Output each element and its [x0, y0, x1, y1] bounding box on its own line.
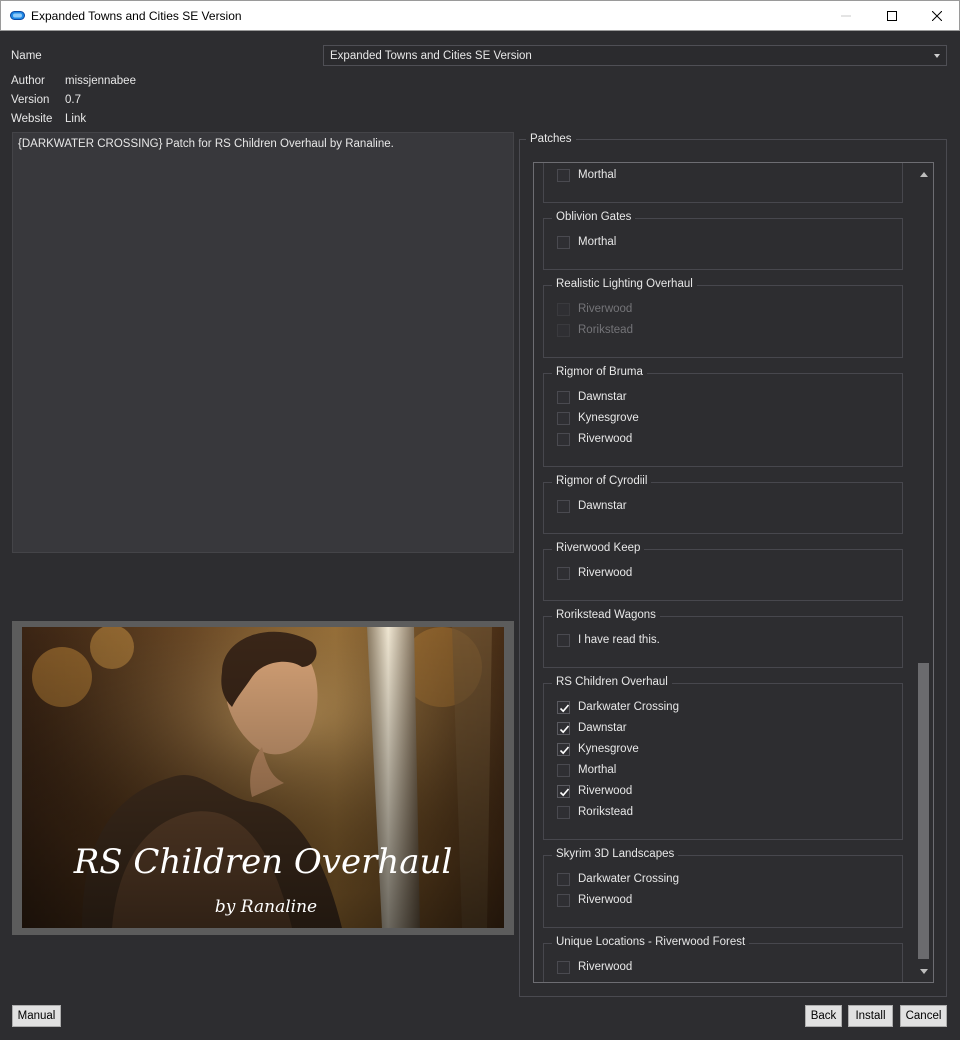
checkmark-icon: [559, 725, 570, 734]
patch-group: Rorikstead Wagons I have read this.: [543, 609, 903, 668]
back-button[interactable]: Back: [805, 1005, 842, 1027]
patch-group-title: Realistic Lighting Overhaul: [552, 278, 697, 290]
patch-option-label: Kynesgrove: [578, 412, 639, 424]
patch-checkbox: [557, 303, 570, 316]
patch-option-label: Riverwood: [578, 567, 633, 579]
patch-group-title: Riverwood Keep: [552, 542, 645, 554]
patch-group: Realistic Lighting Overhaul Riverwood Rori…: [543, 278, 903, 358]
name-select-value: Expanded Towns and Cities SE Version: [330, 50, 532, 62]
patches-title: Patches: [526, 133, 576, 145]
patch-group-title: Skyrim 3D Landscapes: [552, 848, 679, 860]
minimize-icon: [841, 15, 851, 17]
preview-image-frame: RS Children Overhaul by Ranaline: [12, 621, 514, 935]
patch-option-label: Riverwood: [578, 961, 633, 973]
patch-group-title: Unique Locations - Riverwood Forest: [552, 936, 750, 948]
cancel-button[interactable]: Cancel: [900, 1005, 947, 1027]
patch-group: Oblivion Gates Morthal: [543, 211, 903, 270]
patch-group: Unique Locations - Riverwood Forest River…: [543, 936, 903, 982]
patch-group-title: Rorikstead Wagons: [552, 609, 660, 621]
patch-option-label: I have read this.: [578, 634, 660, 646]
author-label: Author: [11, 75, 45, 87]
close-button[interactable]: [914, 1, 960, 31]
minimize-button[interactable]: [823, 1, 869, 31]
preview-image-subtitle: by Ranaline: [215, 897, 317, 917]
patch-option-label: Morthal: [578, 764, 617, 776]
patch-group: Morthal: [543, 163, 903, 203]
patch-option-label: Rorikstead: [578, 806, 633, 818]
author-value: missjennabee: [65, 75, 136, 87]
preview-image-art: RS Children Overhaul by Ranaline: [22, 627, 504, 928]
patch-checkbox[interactable]: [557, 634, 570, 647]
patch-option-label: Dawnstar: [578, 500, 627, 512]
patch-option-label: Morthal: [578, 169, 617, 181]
vertical-scrollbar[interactable]: [915, 163, 933, 982]
patch-group-title: Oblivion Gates: [552, 211, 636, 223]
patch-checkbox[interactable]: [557, 873, 570, 886]
patch-option-label: Morthal: [578, 236, 617, 248]
version-value: 0.7: [65, 94, 81, 106]
patch-checkbox[interactable]: [557, 806, 570, 819]
patch-group: Rigmor of Cyrodiil Dawnstar: [543, 475, 903, 534]
patch-checkbox[interactable]: [557, 391, 570, 404]
scroll-down-icon[interactable]: [920, 969, 928, 974]
patch-option-label: Kynesgrove: [578, 743, 639, 755]
maximize-button[interactable]: [869, 1, 915, 31]
version-label: Version: [11, 94, 50, 106]
website-label: Website: [11, 113, 53, 125]
scroll-up-icon[interactable]: [920, 172, 928, 177]
patch-group: Riverwood Keep Riverwood: [543, 542, 903, 601]
patch-option-label: Darkwater Crossing: [578, 873, 679, 885]
patch-checkbox[interactable]: [557, 236, 570, 249]
patch-group-title: Rigmor of Bruma: [552, 366, 647, 378]
plugin-icon: [10, 11, 25, 20]
patch-checkbox[interactable]: [557, 743, 570, 756]
patch-checkbox[interactable]: [557, 433, 570, 446]
patch-checkbox[interactable]: [557, 701, 570, 714]
title-bar: Expanded Towns and Cities SE Version: [0, 0, 960, 31]
description-box[interactable]: {DARKWATER CROSSING} Patch for RS Childr…: [12, 132, 514, 553]
patch-option-label: Darkwater Crossing: [578, 701, 679, 713]
name-label: Name: [11, 50, 42, 62]
patch-checkbox[interactable]: [557, 500, 570, 513]
patch-option-label: Riverwood: [578, 303, 633, 315]
patch-checkbox[interactable]: [557, 412, 570, 425]
name-select[interactable]: Expanded Towns and Cities SE Version: [323, 45, 947, 66]
maximize-icon: [887, 11, 897, 21]
patch-group: RS Children Overhaul Darkwater Crossing Da…: [543, 676, 903, 840]
patch-option-label: Riverwood: [578, 894, 633, 906]
patch-checkbox[interactable]: [557, 961, 570, 974]
website-link[interactable]: Link: [65, 113, 86, 125]
install-button[interactable]: Install: [848, 1005, 893, 1027]
patch-checkbox[interactable]: [557, 567, 570, 580]
patch-checkbox: [557, 324, 570, 337]
patch-group: Rigmor of Bruma Dawnstar Kynesgrove Riverwo…: [543, 366, 903, 467]
scrollbar-thumb[interactable]: [918, 663, 929, 959]
patch-option-label: Riverwood: [578, 433, 633, 445]
checkmark-icon: [559, 746, 570, 755]
preview-image-title: RS Children Overhaul: [73, 842, 453, 882]
preview-image: RS Children Overhaul by Ranaline: [22, 627, 504, 928]
checkmark-icon: [559, 788, 570, 797]
chevron-down-icon: [934, 54, 940, 58]
description-text: {DARKWATER CROSSING} Patch for RS Childr…: [18, 138, 394, 150]
close-icon: [932, 11, 942, 21]
patch-option-label: Dawnstar: [578, 722, 627, 734]
patch-group: Skyrim 3D Landscapes Darkwater Crossing Ri…: [543, 848, 903, 928]
patch-checkbox[interactable]: [557, 764, 570, 777]
patch-group-title: Rigmor of Cyrodiil: [552, 475, 652, 487]
patch-checkbox[interactable]: [557, 169, 570, 182]
patch-option-label: Riverwood: [578, 785, 633, 797]
patch-option-label: Rorikstead: [578, 324, 633, 336]
patch-checkbox[interactable]: [557, 785, 570, 798]
patch-group-title: RS Children Overhaul: [552, 676, 672, 688]
checkmark-icon: [559, 704, 570, 713]
patch-checkbox[interactable]: [557, 722, 570, 735]
patch-checkbox[interactable]: [557, 894, 570, 907]
patches-scroll-area[interactable]: Morthal Oblivion Gates Morthal Realistic Li…: [533, 162, 934, 983]
patch-option-label: Dawnstar: [578, 391, 627, 403]
window-title: Expanded Towns and Cities SE Version: [31, 9, 242, 23]
manual-button[interactable]: Manual: [12, 1005, 61, 1027]
